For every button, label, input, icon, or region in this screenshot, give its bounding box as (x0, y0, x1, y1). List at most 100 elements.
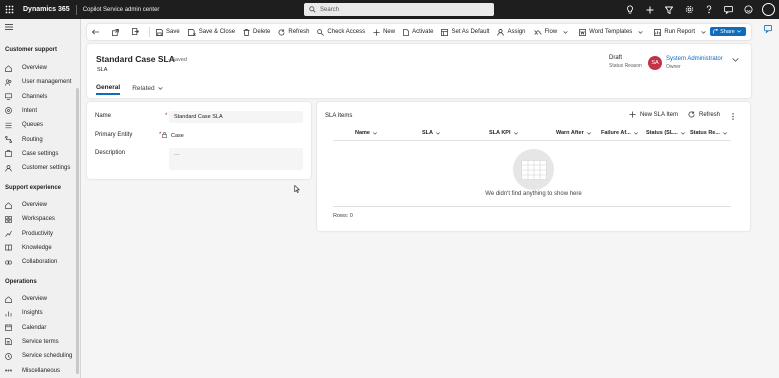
sidebar-item-case-settings[interactable]: Case settings (0, 148, 76, 160)
hamburger-icon[interactable] (5, 24, 13, 30)
sidebar-item-intent[interactable]: Intent (0, 105, 76, 117)
chevron-down-icon (371, 131, 377, 135)
owner-link[interactable]: System Administrator (666, 56, 723, 62)
chevron-down-icon (563, 30, 568, 34)
set-default-button[interactable]: Set As Default (437, 24, 493, 40)
assign-button[interactable]: Assign (493, 24, 529, 40)
flow-label: Flow (544, 29, 558, 35)
chat-icon[interactable] (719, 0, 739, 19)
lightbulb-icon[interactable] (620, 0, 640, 19)
name-field[interactable]: Standard Case SLA (169, 111, 303, 123)
flow-button[interactable]: Flow (530, 24, 576, 40)
column-header[interactable]: Name (355, 130, 377, 136)
subgrid-title: SLA Items (325, 113, 353, 119)
insights-icon (5, 310, 17, 317)
sidebar-item-insights[interactable]: Insights (0, 307, 76, 319)
sidebar-item-queues[interactable]: Queues (0, 119, 76, 131)
chevron-down-icon (512, 131, 518, 135)
sidebar-item-overview[interactable]: Overview (0, 62, 76, 74)
search-input[interactable]: Search (304, 3, 494, 16)
new-sla-item-button[interactable]: New SLA Item (629, 111, 678, 118)
sidebar-item-user-management[interactable]: User management (0, 76, 76, 88)
sidebar-item-calendar[interactable]: Calendar (0, 322, 76, 334)
help-icon[interactable] (699, 0, 719, 19)
check-access-button[interactable]: Check Access (313, 24, 369, 40)
smiley-icon[interactable] (738, 0, 758, 19)
column-header[interactable]: Failure Af... (601, 130, 638, 136)
misc-icon (5, 367, 17, 374)
app-launcher-icon[interactable] (0, 0, 19, 19)
run-report-label: Run Report (664, 29, 695, 35)
area-name[interactable]: Copilot Service admin center (83, 7, 160, 13)
sidebar-item-productivity[interactable]: Productivity (0, 228, 76, 240)
column-header-label: Warn After (556, 130, 584, 136)
column-header[interactable]: SLA KPI (489, 130, 518, 136)
chevron-down-icon (632, 131, 638, 135)
form-switcher-button[interactable] (127, 24, 147, 40)
check-access-label: Check Access (327, 29, 366, 35)
required-indicator: * (159, 132, 162, 138)
back-button[interactable] (87, 24, 107, 40)
sidebar-section-title: Operations (5, 279, 37, 285)
required-lock-indicator: * (159, 132, 168, 138)
sidebar-item-customer-settings[interactable]: Customer settings (0, 162, 76, 174)
home-icon (5, 295, 17, 303)
sidebar-item-workspaces[interactable]: Workspaces (0, 213, 76, 225)
sidebar-item-knowledge[interactable]: Knowledge (0, 242, 76, 254)
set-default-label: Set As Default (451, 29, 490, 35)
filter-icon[interactable] (660, 0, 680, 19)
subgrid-refresh-button[interactable]: Refresh (688, 111, 720, 118)
tab-related[interactable]: Related (132, 82, 163, 95)
column-header[interactable]: Warn After (556, 130, 591, 136)
column-header[interactable]: SLA (422, 130, 440, 136)
sidebar-item-label: User management (22, 79, 72, 86)
description-field[interactable]: --- (169, 148, 303, 170)
column-header[interactable]: Status (SL... (646, 130, 685, 136)
column-header-label: SLA (422, 130, 433, 136)
activate-button[interactable]: Activate (399, 24, 437, 40)
save-button[interactable]: Save (152, 24, 184, 40)
sidebar-item-label: Routing (22, 136, 43, 143)
sidebar-item-channels[interactable]: Channels (0, 91, 76, 103)
more-options-icon[interactable] (732, 113, 734, 120)
word-templates-button[interactable]: Word Templates (575, 24, 650, 40)
chevron-down-icon (585, 131, 591, 135)
sidebar: Customer support Overview User management C… (0, 19, 81, 378)
gear-icon[interactable] (679, 0, 699, 19)
owner-avatar: SA (648, 56, 662, 70)
empty-grid-illustration (513, 149, 554, 190)
copilot-icon[interactable] (764, 25, 772, 33)
service-terms-icon (5, 338, 17, 346)
sidebar-item-label: Service scheduling (22, 353, 73, 360)
tab-general-label: General (96, 84, 121, 91)
plus-icon[interactable] (640, 0, 660, 19)
sidebar-item-label: Case settings (22, 150, 59, 157)
tab-general[interactable]: General (96, 82, 121, 95)
app-name[interactable]: Dynamics 365 (23, 6, 70, 13)
share-button[interactable]: Share (710, 27, 746, 36)
delete-button[interactable]: Delete (239, 24, 274, 40)
refresh-button[interactable]: Refresh (274, 24, 313, 40)
knowledge-icon (5, 244, 17, 252)
sidebar-item-miscellaneous[interactable]: Miscellaneous (0, 365, 76, 377)
new-button[interactable]: New (369, 24, 399, 40)
sidebar-item-label: Channels (22, 93, 48, 100)
run-report-button[interactable]: Run Report (650, 24, 713, 40)
sidebar-item-collaboration[interactable]: Collaboration (0, 256, 76, 268)
sidebar-scrollbar[interactable] (76, 88, 79, 374)
save-close-button[interactable]: Save & Close (184, 24, 239, 40)
trash-icon (243, 28, 250, 36)
open-new-window-button[interactable] (107, 24, 127, 40)
sidebar-item-service-scheduling[interactable]: Service scheduling (0, 350, 76, 362)
user-avatar[interactable]: SV (762, 3, 775, 16)
sidebar-item-routing[interactable]: Routing (0, 134, 76, 146)
header-expand-button[interactable] (732, 58, 739, 62)
report-icon (654, 28, 662, 36)
status-reason-field: Draft Status Reason (609, 55, 642, 69)
sidebar-item-service-terms[interactable]: Service terms (0, 336, 76, 348)
owner-field: System Administrator Owner (666, 56, 723, 70)
sidebar-item-overview[interactable]: Overview (0, 199, 76, 211)
column-header[interactable]: Status Re... (690, 130, 727, 136)
save-close-icon (187, 28, 196, 36)
sidebar-item-overview[interactable]: Overview (0, 293, 76, 305)
